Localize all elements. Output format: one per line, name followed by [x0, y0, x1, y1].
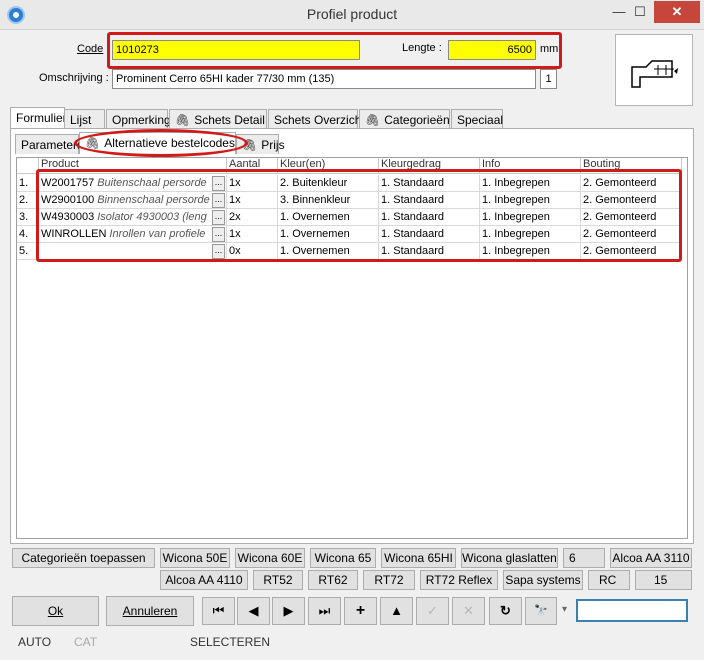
- binoculars-icon[interactable]: 🔭: [525, 597, 557, 625]
- status-mode: AUTO: [18, 635, 52, 649]
- category-button[interactable]: Alcoa AA 3110: [610, 548, 692, 568]
- annotation-ellipse-subtab: [74, 129, 248, 157]
- category-button[interactable]: Sapa systems: [503, 570, 583, 590]
- annotation-box-grid: [36, 169, 682, 262]
- tab-schets-overzicht[interactable]: Schets Overzicht: [268, 109, 365, 129]
- refresh-icon[interactable]: ↻: [489, 597, 522, 625]
- category-button[interactable]: 15: [635, 570, 692, 590]
- window-title: Profiel product: [306, 6, 398, 22]
- category-button[interactable]: Wicona 60E: [235, 548, 305, 568]
- last-record-icon[interactable]: ⏭: [308, 597, 341, 625]
- categorieen-toepassen-button[interactable]: Categorieën toepassen: [12, 548, 155, 568]
- tab-lijst[interactable]: Lijst: [64, 109, 105, 129]
- search-input[interactable]: [576, 599, 688, 622]
- discard-icon[interactable]: ✕: [452, 597, 485, 625]
- code-label: Code: [77, 43, 104, 55]
- next-record-icon[interactable]: ▶: [272, 597, 305, 625]
- find-dropdown-icon[interactable]: ▾: [558, 597, 571, 625]
- status-cat: CAT: [74, 635, 98, 649]
- tab-opmerking[interactable]: Opmerking: [106, 109, 171, 129]
- status-action: SELECTEREN: [190, 635, 271, 649]
- tab-formulier[interactable]: Formulier: [10, 107, 67, 129]
- maximize-button[interactable]: ☐: [626, 1, 654, 23]
- first-record-icon[interactable]: ⏮: [202, 597, 235, 625]
- tab-label: Categorieën: [384, 113, 450, 127]
- tab-speciaal[interactable]: Speciaal: [451, 109, 503, 129]
- tab-categorieen[interactable]: 🖇 Categorieën: [359, 109, 450, 129]
- status-bar: AUTO CAT SELECTEREN: [10, 632, 696, 652]
- count-field: 1: [540, 69, 557, 89]
- category-button[interactable]: RT52: [253, 570, 303, 590]
- category-button[interactable]: RT72 Reflex: [420, 570, 498, 590]
- category-button[interactable]: Wicona 50E: [160, 548, 230, 568]
- category-button[interactable]: Wicona 65HI: [381, 548, 456, 568]
- category-button[interactable]: Wicona 65: [310, 548, 376, 568]
- prev-record-icon[interactable]: ◀: [237, 597, 270, 625]
- profile-drawing-icon: [631, 60, 678, 88]
- annuleren-button[interactable]: Annuleren: [106, 596, 194, 626]
- omschrijving-label: Omschrijving :: [39, 72, 109, 84]
- ok-button[interactable]: Ok: [12, 596, 99, 626]
- paperclip-icon: 🖇: [175, 113, 191, 127]
- category-button[interactable]: 6: [563, 548, 605, 568]
- annotation-box-header: [107, 32, 562, 69]
- tab-schets-detail[interactable]: 🖇 Schets Detail: [169, 109, 267, 129]
- move-up-icon[interactable]: ▲: [380, 597, 413, 625]
- profile-thumbnail: [615, 34, 693, 106]
- category-button[interactable]: RC: [588, 570, 630, 590]
- tab-label: Prijs: [261, 138, 285, 152]
- add-record-icon[interactable]: +: [344, 597, 377, 625]
- category-button[interactable]: RT72: [363, 570, 415, 590]
- close-button[interactable]: ✕: [654, 1, 700, 23]
- category-button[interactable]: Alcoa AA 4110: [160, 570, 248, 590]
- omschrijving-input[interactable]: Prominent Cerro 65HI kader 77/30 mm (135…: [112, 69, 536, 89]
- category-button[interactable]: Wicona glaslatten: [461, 548, 558, 568]
- tab-label: Schets Detail: [194, 113, 265, 127]
- subtab-parameters[interactable]: Parameters: [15, 134, 83, 154]
- paperclip-icon: 🖇: [365, 113, 381, 127]
- confirm-icon[interactable]: ✓: [416, 597, 449, 625]
- category-button[interactable]: RT62: [308, 570, 358, 590]
